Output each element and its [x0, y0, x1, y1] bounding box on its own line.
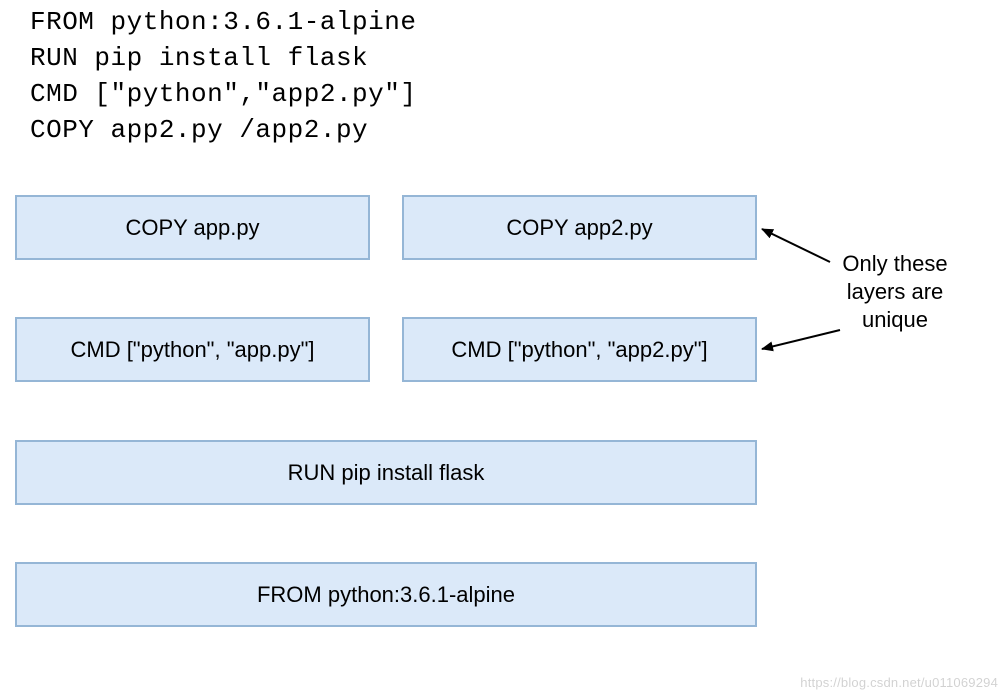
- code-line-3: CMD ["python","app2.py"]: [30, 79, 416, 109]
- layer-box-cmd-right: CMD ["python", "app2.py"]: [402, 317, 757, 382]
- code-line-2: RUN pip install flask: [30, 43, 368, 73]
- dockerfile-code: FROM python:3.6.1-alpine RUN pip install…: [30, 4, 416, 148]
- annotation-unique-layers: Only these layers are unique: [820, 250, 970, 334]
- layer-box-run: RUN pip install flask: [15, 440, 757, 505]
- code-line-4: COPY app2.py /app2.py: [30, 115, 368, 145]
- layer-label: COPY app2.py: [506, 215, 652, 241]
- annotation-line-2: layers are: [820, 278, 970, 306]
- layer-label: RUN pip install flask: [288, 460, 485, 486]
- layer-label: CMD ["python", "app.py"]: [70, 337, 314, 363]
- annotation-line-1: Only these: [820, 250, 970, 278]
- layer-label: CMD ["python", "app2.py"]: [451, 337, 707, 363]
- layer-box-copy-right: COPY app2.py: [402, 195, 757, 260]
- layer-label: FROM python:3.6.1-alpine: [257, 582, 515, 608]
- layer-box-from: FROM python:3.6.1-alpine: [15, 562, 757, 627]
- layer-label: COPY app.py: [125, 215, 259, 241]
- watermark: https://blog.csdn.net/u011069294: [800, 675, 998, 690]
- code-line-1: FROM python:3.6.1-alpine: [30, 7, 416, 37]
- layer-box-cmd-left: CMD ["python", "app.py"]: [15, 317, 370, 382]
- annotation-line-3: unique: [820, 306, 970, 334]
- layer-box-copy-left: COPY app.py: [15, 195, 370, 260]
